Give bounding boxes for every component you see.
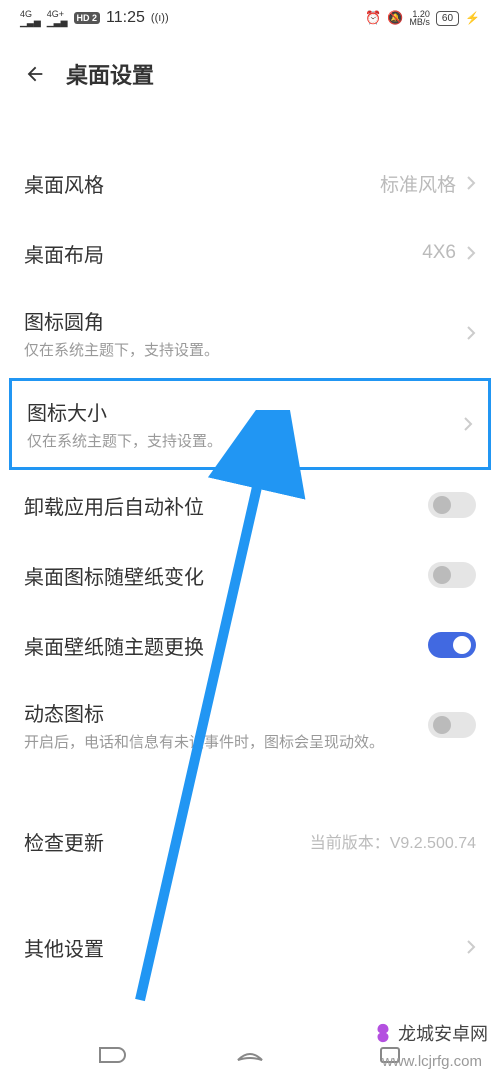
hd-badge: HD 2 xyxy=(74,12,101,24)
row-label: 动态图标 xyxy=(24,698,428,727)
row-dynamic-icon[interactable]: 动态图标 开启后，电话和信息有未读事件时，图标会呈现动效。 xyxy=(0,680,500,770)
row-value: 当前版本：V9.2.500.74 xyxy=(310,829,476,853)
row-check-update[interactable]: 检查更新 当前版本：V9.2.500.74 xyxy=(0,806,500,876)
back-button[interactable] xyxy=(22,61,48,87)
nav-back-icon xyxy=(92,1044,128,1066)
chevron-right-icon xyxy=(466,325,476,341)
row-desktop-style[interactable]: 桌面风格 标准风格 xyxy=(0,148,500,218)
nav-home-icon xyxy=(232,1044,268,1066)
toggle-icon-wallpaper[interactable] xyxy=(428,562,476,588)
net-speed: 1.20MB/s xyxy=(409,10,430,26)
status-bar: 4G▁▃▅ 4G+▁▃▅ HD 2 11:25 ((ı)) ⏰ 🔕 1.20MB… xyxy=(0,0,500,36)
row-desktop-layout[interactable]: 桌面布局 4X6 xyxy=(0,218,500,288)
status-time: 11:25 xyxy=(106,9,145,27)
chevron-right-icon xyxy=(466,175,476,191)
row-label: 桌面壁纸随主题更换 xyxy=(24,631,428,660)
watermark-text: 龙城安卓网 xyxy=(398,1020,488,1046)
settings-content: 桌面风格 标准风格 桌面布局 4X6 图标圆角 仅在系统主题下，支持设置。 xyxy=(0,108,500,982)
toggle-dynamic-icon[interactable] xyxy=(428,712,476,738)
row-label: 桌面风格 xyxy=(24,169,380,198)
toggle-auto-fill[interactable] xyxy=(428,492,476,518)
row-label: 检查更新 xyxy=(24,827,310,856)
row-desc: 开启后，电话和信息有未读事件时，图标会呈现动效。 xyxy=(24,731,428,752)
chevron-right-icon xyxy=(463,416,473,432)
charging-icon: ⚡ xyxy=(465,11,480,25)
signal-2: 4G+▁▃▅ xyxy=(47,10,68,26)
chevron-right-icon xyxy=(466,245,476,261)
row-label: 桌面布局 xyxy=(24,239,422,268)
back-arrow-icon xyxy=(24,63,46,85)
row-label: 卸载应用后自动补位 xyxy=(24,491,428,520)
mute-icon: 🔕 xyxy=(387,10,403,26)
alarm-icon: ⏰ xyxy=(365,10,381,26)
watermark-icon xyxy=(372,1022,394,1044)
row-label: 图标大小 xyxy=(27,397,463,426)
chevron-right-icon xyxy=(466,939,476,955)
toggle-wallpaper-theme[interactable] xyxy=(428,632,476,658)
row-label: 桌面图标随壁纸变化 xyxy=(24,561,428,590)
row-other-settings[interactable]: 其他设置 xyxy=(0,912,500,982)
row-icon-radius[interactable]: 图标圆角 仅在系统主题下，支持设置。 xyxy=(0,288,500,378)
row-auto-fill[interactable]: 卸载应用后自动补位 xyxy=(0,470,500,540)
row-label: 图标圆角 xyxy=(24,306,466,335)
header: 桌面设置 xyxy=(0,36,500,108)
row-icon-wallpaper[interactable]: 桌面图标随壁纸变化 xyxy=(0,540,500,610)
nav-home[interactable] xyxy=(232,1044,268,1066)
row-icon-size[interactable]: 图标大小 仅在系统主题下，支持设置。 xyxy=(12,381,488,467)
row-label: 其他设置 xyxy=(24,933,466,962)
page-title: 桌面设置 xyxy=(66,58,154,90)
signal-1: 4G▁▃▅ xyxy=(20,10,41,26)
row-desc: 仅在系统主题下，支持设置。 xyxy=(27,430,463,451)
nav-back[interactable] xyxy=(92,1044,128,1066)
status-left: 4G▁▃▅ 4G+▁▃▅ HD 2 11:25 ((ı)) xyxy=(20,9,169,27)
status-right: ⏰ 🔕 1.20MB/s 60 ⚡ xyxy=(365,10,480,26)
watermark-url: www.lcjrfg.com xyxy=(382,1053,482,1070)
row-desc: 仅在系统主题下，支持设置。 xyxy=(24,339,466,360)
highlight-box: 图标大小 仅在系统主题下，支持设置。 xyxy=(9,378,491,470)
row-value: 4X6 xyxy=(422,242,456,264)
row-value: 标准风格 xyxy=(380,170,456,197)
wifi-hotspot-icon: ((ı)) xyxy=(151,12,169,24)
watermark: 龙城安卓网 xyxy=(372,1020,488,1046)
row-wallpaper-theme[interactable]: 桌面壁纸随主题更换 xyxy=(0,610,500,680)
battery-indicator: 60 xyxy=(436,11,459,26)
